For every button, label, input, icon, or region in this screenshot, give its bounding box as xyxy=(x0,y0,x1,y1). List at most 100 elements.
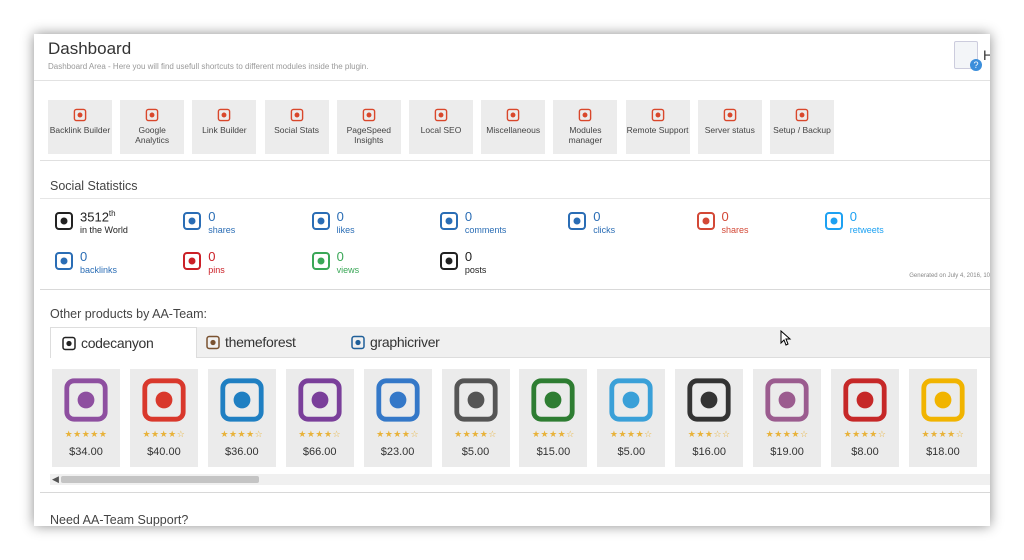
product-rating: ★★★☆☆ xyxy=(687,429,731,439)
shortcut-label: Server status xyxy=(704,125,755,135)
woozone-icon xyxy=(64,378,108,422)
shortcut-google-analytics[interactable]: Google Analytics xyxy=(120,100,185,154)
shortcut-label: Remote Support xyxy=(626,125,689,135)
stat-value: 0 xyxy=(850,209,857,224)
stat-value: 0 xyxy=(80,249,87,264)
tab-graphicriver[interactable]: graphicriver xyxy=(340,327,485,357)
stat-pins: 0 pins xyxy=(182,249,302,279)
shortcut-local-seo[interactable]: Local SEO xyxy=(409,100,473,154)
amazon-estore-icon xyxy=(220,378,264,422)
shortcut-remote-support[interactable]: Remote Support xyxy=(625,100,690,154)
product-card[interactable]: ★★★★★ $34.00 xyxy=(52,369,120,467)
product-card[interactable]: ★★★★☆ $15.00 xyxy=(519,369,588,467)
stat-number: 0 xyxy=(80,249,88,264)
product-price: $15.00 xyxy=(536,446,571,458)
themeforest-icon xyxy=(206,335,220,350)
product-price: $16.00 xyxy=(692,446,727,458)
tab-themeforest[interactable]: themeforest xyxy=(195,327,340,357)
product-card[interactable]: ★★★☆☆ $16.00 xyxy=(675,369,744,467)
help-button[interactable]: ? H xyxy=(954,39,990,71)
stat-comments: 0 comments xyxy=(439,209,559,239)
stumbleupon-icon xyxy=(311,252,330,270)
stat-likes: 0 likes xyxy=(311,209,431,239)
shortcut-label: PageSpeed Insights xyxy=(346,125,392,145)
product-price: $8.00 xyxy=(851,446,879,458)
shortcut-social-stats[interactable]: Social Stats xyxy=(264,100,329,154)
product-rating: ★★★★☆ xyxy=(531,429,575,439)
shortcut-link-builder[interactable]: Link Builder xyxy=(192,100,257,154)
stat-value: 0 xyxy=(208,249,215,264)
stat-number: 0 xyxy=(849,209,858,224)
shortcut-label: Google Analytics xyxy=(135,125,170,145)
help-icon: ? xyxy=(954,41,982,71)
link-builder-icon xyxy=(218,108,231,122)
shortcut-server-status[interactable]: Server status xyxy=(697,100,762,154)
database-icon xyxy=(795,108,809,122)
generated-note: Generated on July 4, 2016, 10 xyxy=(909,273,990,279)
product-card[interactable]: ★★★★☆ $18.00 xyxy=(908,369,977,467)
stat-caption: posts xyxy=(464,265,487,275)
codecanyon-icon xyxy=(62,336,76,351)
product-price: $34.00 xyxy=(69,446,103,458)
mouse-cursor-icon xyxy=(780,330,792,346)
product-card[interactable]: ★★★★☆ $23.00 xyxy=(363,369,432,467)
product-card[interactable]: ★★★★☆ $5.00 xyxy=(441,369,510,467)
product-card[interactable]: ★★★★☆ $40.00 xyxy=(129,369,198,467)
stat-posts: 0 posts xyxy=(439,249,559,279)
stat-value: 0 xyxy=(593,209,600,224)
stat-caption: backlinks xyxy=(80,265,118,275)
shortcut-label: Link Builder xyxy=(202,125,247,135)
shortcut-setup-backup[interactable]: Setup / Backup xyxy=(770,100,834,154)
product-rating: ★★★★☆ xyxy=(220,429,264,439)
premium-seo-pack-icon xyxy=(142,378,186,422)
shortcut-pagespeed-insights[interactable]: PageSpeed Insights xyxy=(336,100,401,154)
section-divider xyxy=(40,492,990,493)
stat-retweets: 0 retweets xyxy=(824,209,944,239)
stat-caption: shares xyxy=(208,225,236,235)
graphicriver-icon xyxy=(351,335,365,350)
facebook-comments-icon xyxy=(439,212,458,230)
product-card[interactable]: ★★★★☆ $36.00 xyxy=(207,369,276,467)
stat-shares: 0 shares xyxy=(182,209,302,239)
tab-label: codecanyon xyxy=(81,335,154,351)
linkedin-icon xyxy=(55,252,73,270)
product-card[interactable]: ★★★★☆ $5.00 xyxy=(597,369,666,467)
shortcut-label: Miscellaneous xyxy=(486,125,541,135)
scroll-left-icon[interactable]: ◀ xyxy=(52,474,59,485)
stat-value: 0 xyxy=(337,249,344,264)
facebook-icon xyxy=(183,212,202,230)
stat-caption: views xyxy=(336,265,360,275)
stat-caption: shares xyxy=(721,225,749,235)
stat-number: 0 xyxy=(721,209,729,224)
stat-value: 0 xyxy=(722,209,729,224)
shortcut-label: Local SEO xyxy=(420,125,462,135)
stat-value: 0 xyxy=(337,209,344,224)
shortcut-backlink-builder[interactable]: Backlink Builder xyxy=(48,100,112,154)
tab-codecanyon[interactable]: codecanyon xyxy=(50,327,197,358)
stat-clicks: 0 clicks xyxy=(567,209,687,239)
product-card[interactable]: ★★★★☆ $8.00 xyxy=(831,369,899,467)
link-icon xyxy=(73,108,87,122)
product-card[interactable]: ★★★★☆ $66.00 xyxy=(285,369,354,467)
shortcut-modules-manager[interactable]: Modules manager xyxy=(553,100,618,154)
shortcut-miscellaneous[interactable]: Miscellaneous xyxy=(481,100,546,154)
product-price: $5.00 xyxy=(461,446,490,458)
product-rating: ★★★★☆ xyxy=(376,429,420,439)
stat-caption: retweets xyxy=(849,225,884,235)
stat-shares: 0 shares xyxy=(696,209,816,239)
social-statistics-panel: Generated on July 4, 2016, 10 3512th in t… xyxy=(40,198,990,290)
products-scrollbar[interactable]: ◀ xyxy=(50,474,990,485)
product-rating: ★★★★★ xyxy=(64,429,108,439)
product-price: $36.00 xyxy=(224,446,259,458)
product-rating: ★★★★☆ xyxy=(765,429,809,439)
plug-icon xyxy=(579,108,592,122)
people-icon xyxy=(290,108,303,122)
product-rating: ★★★★☆ xyxy=(843,429,887,439)
product-rating: ★★★★☆ xyxy=(298,429,342,439)
google-plus-icon xyxy=(696,212,715,230)
scroll-thumb[interactable] xyxy=(61,476,259,483)
product-rating: ★★★★☆ xyxy=(609,429,653,439)
shortcut-label: Backlink Builder xyxy=(49,125,111,135)
product-card[interactable]: ★★★★☆ $19.00 xyxy=(753,369,822,467)
stat-value: 0 xyxy=(465,209,472,224)
